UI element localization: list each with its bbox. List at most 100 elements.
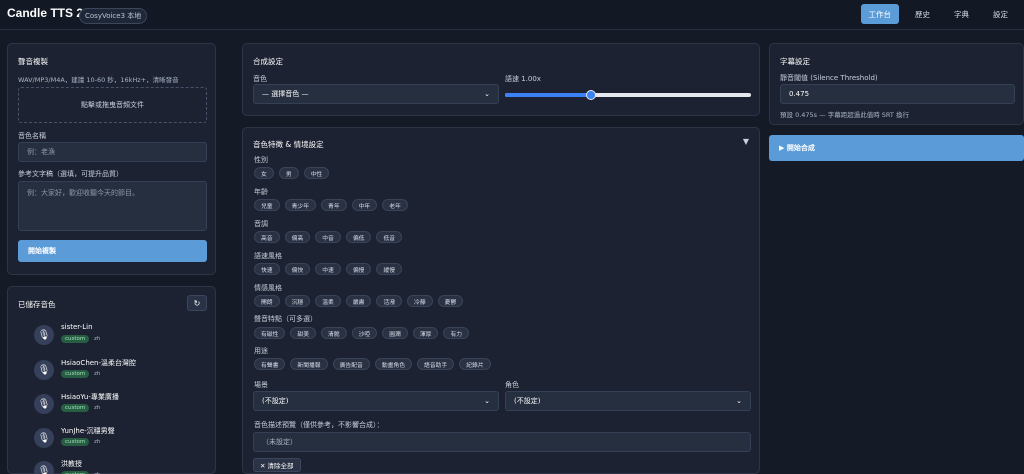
speech-style-option[interactable]: 緩慢 xyxy=(376,263,403,275)
description-preview: （未設定） xyxy=(253,432,751,452)
collapse-icon[interactable]: ▼ xyxy=(743,137,749,146)
emotion-style-option[interactable]: 活潑 xyxy=(376,295,403,307)
microphone-icon: 🎙 xyxy=(34,461,54,474)
usage-option[interactable]: 動畫角色 xyxy=(374,358,413,370)
voice-clone-title: 聲音複製 xyxy=(18,57,48,66)
voice-feature-option[interactable]: 清脆 xyxy=(321,327,347,339)
voice-feature-option[interactable]: 圓潤 xyxy=(382,327,408,339)
voice-feature-option[interactable]: 有力 xyxy=(443,327,470,339)
usage-option[interactable]: 語音助手 xyxy=(417,358,455,370)
subtitle-settings-panel: 字幕設定 靜音閾值 (Silence Threshold) 0.475 預設 0… xyxy=(769,43,1024,125)
voice-feature-option[interactable]: 甜美 xyxy=(290,327,317,339)
tab-settings[interactable]: 設定 xyxy=(985,4,1016,24)
audio-upload-zone[interactable]: 點擊或拖曳音頻文件 xyxy=(18,87,207,123)
speech-style-options: 快速 偏快 中速 偏慢 緩慢 xyxy=(254,263,403,275)
age-option[interactable]: 老年 xyxy=(382,199,408,211)
reference-text-input[interactable]: 例：大家好，歡迎收聽今天的節目。 xyxy=(18,181,207,231)
clear-all-button[interactable]: ✕ 清除全部 xyxy=(253,458,301,472)
synthesis-settings-title: 合成設定 xyxy=(253,57,283,66)
main-nav: 工作台 歷史 字典 設定 xyxy=(860,4,1024,24)
voice-item[interactable]: 🎙 HsiaoChen-溫柔台灣腔 custom zh xyxy=(26,356,216,386)
age-label: 年齡 xyxy=(254,188,268,196)
voice-tag: custom xyxy=(61,404,90,412)
usage-option[interactable]: 廣告配音 xyxy=(332,358,370,370)
start-synthesis-button[interactable]: ▶ 開始合成 xyxy=(769,135,1024,161)
chevron-down-icon: ⌄ xyxy=(484,397,490,405)
tab-history[interactable]: 歷史 xyxy=(907,4,938,24)
voice-item[interactable]: 🎙 YunJhe-沉穩男聲 custom zh xyxy=(26,424,216,454)
pitch-option[interactable]: 偏低 xyxy=(345,231,372,243)
voice-name-label: 音色名稱 xyxy=(18,132,46,140)
speech-style-option[interactable]: 快速 xyxy=(254,263,280,275)
usage-option[interactable]: 有聲書 xyxy=(254,358,286,370)
voice-tag: custom xyxy=(61,438,90,446)
usage-option[interactable]: 新聞播報 xyxy=(290,358,328,370)
reference-text-label: 參考文字稿（選填，可提升品質） xyxy=(18,170,123,178)
gender-option[interactable]: 中性 xyxy=(303,167,330,179)
pitch-label: 音調 xyxy=(254,220,268,228)
voice-language: zh xyxy=(94,439,101,445)
emotion-style-option[interactable]: 開朗 xyxy=(254,295,280,307)
voice-feature-option[interactable]: 渾厚 xyxy=(412,327,439,339)
silence-threshold-input[interactable]: 0.475 xyxy=(780,84,1015,104)
tab-workbench[interactable]: 工作台 xyxy=(860,4,899,24)
voice-feature-option[interactable]: 沙啞 xyxy=(351,327,378,339)
pitch-option[interactable]: 中音 xyxy=(315,231,341,243)
speed-slider-fill xyxy=(505,93,592,97)
speech-style-label: 語速風格 xyxy=(254,252,282,260)
emotion-style-option[interactable]: 嚴肅 xyxy=(345,295,372,307)
microphone-icon: 🎙 xyxy=(34,325,54,345)
role-select[interactable]: (不設定) ⌄ xyxy=(505,391,751,411)
voice-item[interactable]: 🎙 洪教授 custom zh xyxy=(26,457,216,474)
age-option[interactable]: 青年 xyxy=(321,199,347,211)
refresh-voices-button[interactable]: ↻ xyxy=(187,295,207,311)
microphone-icon: 🎙 xyxy=(34,428,54,448)
emotion-style-option[interactable]: 沉穩 xyxy=(284,295,311,307)
voice-language: zh xyxy=(94,336,101,342)
voice-name: HsiaoYu-專業廣播 xyxy=(61,393,119,401)
emotion-style-options: 開朗 沉穩 溫柔 嚴肅 活潑 冷靜 憂鬱 xyxy=(254,295,464,307)
speed-slider[interactable] xyxy=(505,90,751,100)
silence-threshold-note: 預設 0.475s — 字幕距超過此值時 SRT 換行 xyxy=(780,111,909,119)
app-title: Candle TTS 2 xyxy=(7,6,84,20)
gender-option[interactable]: 男 xyxy=(278,167,299,179)
usage-option[interactable]: 紀錄片 xyxy=(459,358,491,370)
voice-item[interactable]: 🎙 sister-Lin custom zh xyxy=(26,321,216,351)
saved-voices-panel: 已儲存音色 ↻ 🎙 sister-Lin custom zh 🎙 HsiaoCh… xyxy=(7,286,216,474)
age-option[interactable]: 中年 xyxy=(351,199,378,211)
age-option[interactable]: 兒童 xyxy=(254,199,280,211)
role-select-value: (不設定) xyxy=(514,397,541,405)
emotion-style-option[interactable]: 溫柔 xyxy=(315,295,341,307)
voice-name: 洪教授 xyxy=(61,460,82,468)
voice-item[interactable]: 🎙 HsiaoYu-專業廣播 custom zh xyxy=(26,390,216,420)
scene-select[interactable]: (不設定) ⌄ xyxy=(253,391,499,411)
speech-style-option[interactable]: 中速 xyxy=(315,263,341,275)
pitch-option[interactable]: 低音 xyxy=(376,231,403,243)
chevron-down-icon: ⌄ xyxy=(484,90,490,98)
gender-label: 性別 xyxy=(254,156,268,164)
voice-clone-panel: 聲音複製 WAV/MP3/M4A，建議 10-60 秒，16kHz+，清晰發音 … xyxy=(7,43,216,275)
voice-feature-option[interactable]: 有磁性 xyxy=(254,327,286,339)
voice-name-input[interactable]: 例：老漁 xyxy=(18,142,207,162)
start-clone-button[interactable]: 開始複製 xyxy=(18,240,207,262)
voice-clone-note: WAV/MP3/M4A，建議 10-60 秒，16kHz+，清晰發音 xyxy=(18,76,179,84)
voice-tag: custom xyxy=(61,335,90,343)
emotion-style-option[interactable]: 憂鬱 xyxy=(437,295,464,307)
speed-slider-thumb[interactable] xyxy=(586,90,597,100)
emotion-style-option[interactable]: 冷靜 xyxy=(407,295,433,307)
pitch-option[interactable]: 偏高 xyxy=(284,231,311,243)
voice-features-label: 聲音特點（可多選） xyxy=(254,315,317,323)
speech-style-option[interactable]: 偏快 xyxy=(284,263,311,275)
pitch-option[interactable]: 高音 xyxy=(254,231,280,243)
role-label: 角色 xyxy=(505,381,519,389)
voice-language: zh xyxy=(94,405,101,411)
speech-style-option[interactable]: 偏慢 xyxy=(345,263,372,275)
voice-traits-panel: 音色特徵 & 情境設定 ▼ 性別 女 男 中性 年齡 兒童 青少年 青年 中年 … xyxy=(242,127,760,474)
engine-badge: CosyVoice3 本地 xyxy=(79,8,148,24)
gender-option[interactable]: 女 xyxy=(254,167,274,179)
voice-select-value: — 選擇音色 — xyxy=(262,90,309,98)
voice-select[interactable]: — 選擇音色 — ⌄ xyxy=(253,84,499,104)
tab-dictionary[interactable]: 字典 xyxy=(946,4,977,24)
pitch-options: 高音 偏高 中音 偏低 低音 xyxy=(254,231,403,243)
age-option[interactable]: 青少年 xyxy=(284,199,317,211)
